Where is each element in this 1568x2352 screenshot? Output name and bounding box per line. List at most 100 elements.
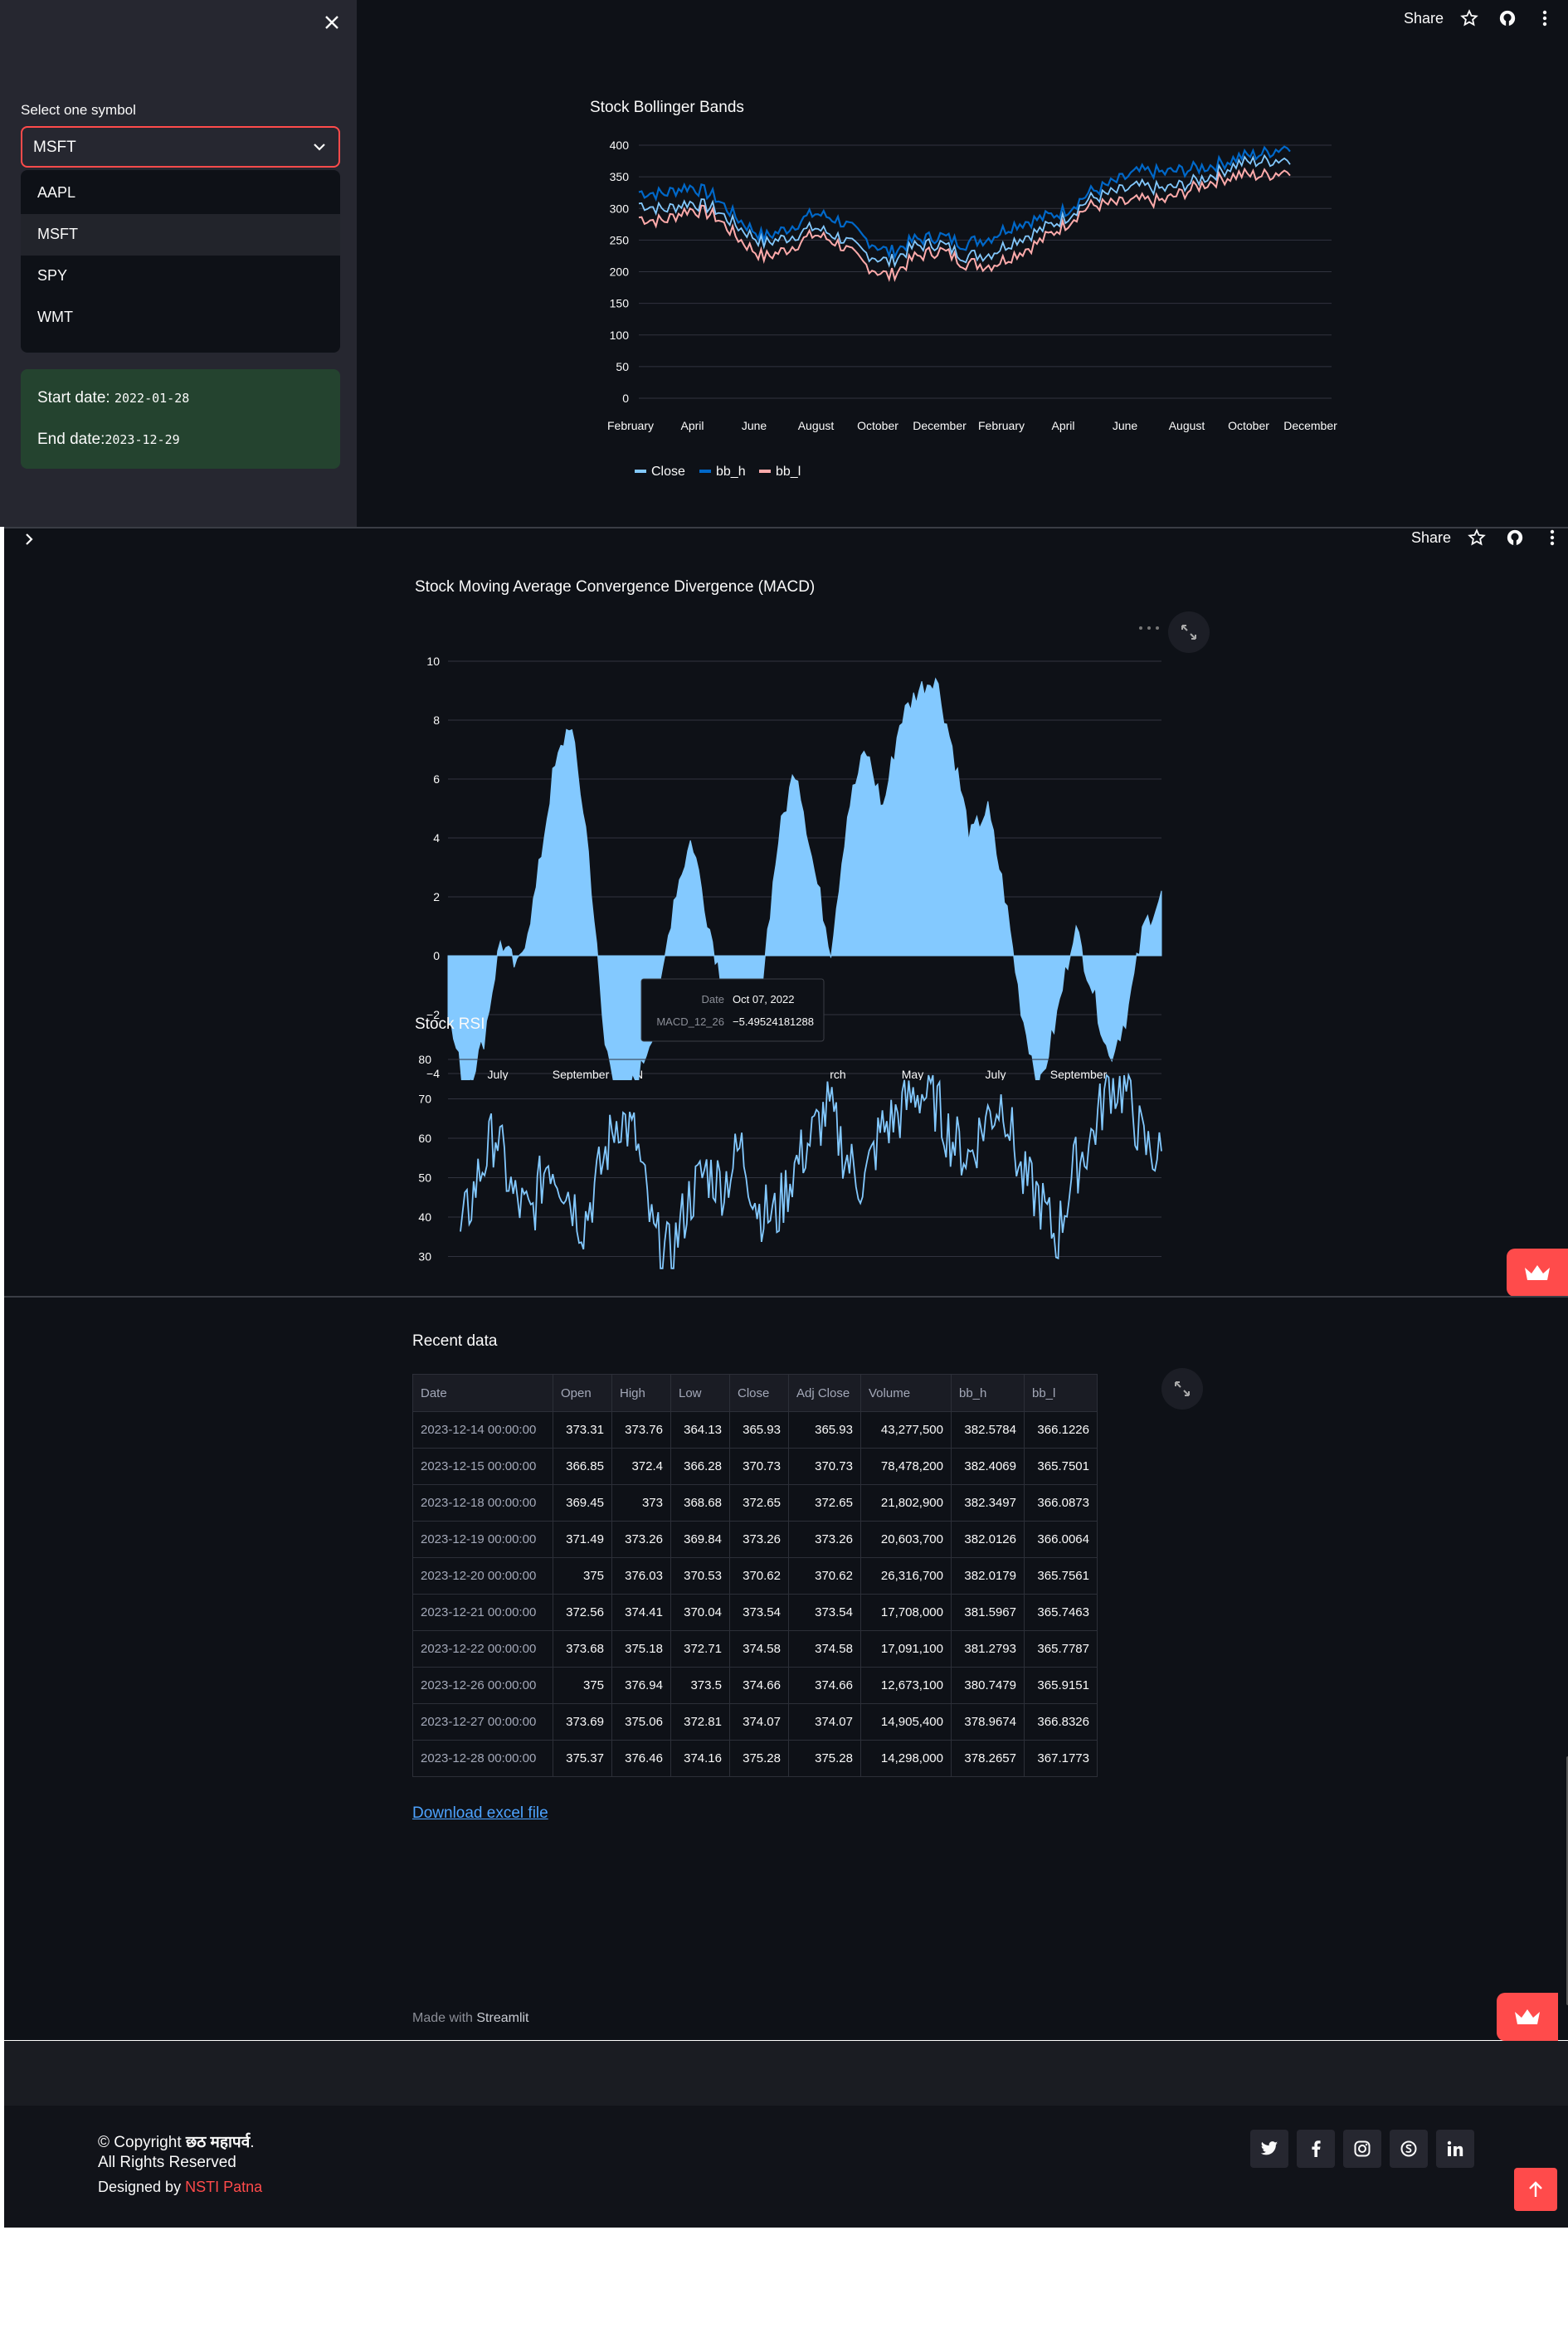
column-header[interactable]: Adj Close [788, 1374, 861, 1412]
tooltip-series-label: MACD_12_26 [656, 1015, 724, 1028]
table-cell: 373.26 [788, 1521, 861, 1558]
table-row[interactable]: 2023-12-14 00:00:00 373.31 373.76 364.13 365… [412, 1411, 1098, 1449]
linkedin-button[interactable] [1436, 2130, 1474, 2168]
download-excel-link[interactable]: Download excel file [412, 1804, 548, 1823]
star-icon[interactable] [1460, 9, 1478, 27]
table-cell: 369.84 [670, 1521, 730, 1558]
streamlit-link[interactable]: Streamlit [476, 2011, 528, 2025]
symbol-select[interactable]: MSFT [21, 126, 340, 168]
github-icon[interactable] [1498, 9, 1517, 27]
chevron-down-icon [314, 144, 325, 151]
y-tick-label: 0 [622, 392, 629, 405]
table-cell: 375.28 [729, 1740, 789, 1777]
x-tick-label: December [1283, 419, 1337, 432]
x-tick-label: October [1228, 419, 1269, 432]
table-cell: 371.49 [553, 1521, 612, 1558]
table-cell: 365.7561 [1024, 1557, 1098, 1595]
table-cell: 372.4 [611, 1448, 671, 1485]
table-cell: 373 [611, 1484, 671, 1522]
streamlit-badge[interactable] [1507, 1249, 1568, 1297]
more-vertical-icon[interactable] [1549, 528, 1556, 547]
crown-icon [1515, 2009, 1540, 2024]
column-header[interactable]: Close [729, 1374, 789, 1412]
rsi-chart[interactable]: 80 70 60 50 40 30 20 [415, 1051, 1178, 1292]
data-table-wrapper[interactable]: Date Open High Low Close Adj Close Volume bb_h b… [412, 1374, 1098, 1777]
close-sidebar-button[interactable] [319, 10, 344, 35]
table-row[interactable]: 2023-12-19 00:00:00 371.49 373.26 369.84 373… [412, 1521, 1098, 1558]
close-icon [325, 16, 338, 29]
facebook-button[interactable] [1297, 2130, 1335, 2168]
y-tick-label: 6 [433, 772, 440, 786]
x-tick-label: August [1169, 419, 1205, 432]
macd-chart[interactable]: 1086420−2−4JulySeptemberNrchMayJulySepte… [415, 632, 1178, 1080]
column-header[interactable]: Date [412, 1374, 553, 1412]
designed-brand-link[interactable]: NSTI Patna [185, 2179, 262, 2195]
legend-label: Close [651, 465, 685, 479]
star-icon[interactable] [1468, 528, 1486, 547]
table-cell: 372.56 [553, 1594, 612, 1631]
column-header[interactable]: Open [553, 1374, 612, 1412]
github-icon[interactable] [1506, 528, 1524, 547]
table-fullscreen-button[interactable] [1161, 1368, 1203, 1410]
streamlit-badge-2[interactable] [1497, 1993, 1558, 2041]
table-row[interactable]: 2023-12-27 00:00:00 373.69 375.06 372.81 374… [412, 1703, 1098, 1741]
table-cell: 382.3497 [951, 1484, 1025, 1522]
table-cell: 2023-12-15 00:00:00 [412, 1448, 553, 1485]
more-vertical-icon[interactable] [1541, 9, 1548, 27]
table-row[interactable]: 2023-12-18 00:00:00 369.45 373 368.68 372.65… [412, 1484, 1098, 1522]
y-tick-label: 0 [433, 949, 440, 962]
column-header[interactable]: Volume [860, 1374, 952, 1412]
table-cell: 369.45 [553, 1484, 612, 1522]
table-cell: 373.54 [788, 1594, 861, 1631]
table-cell: 366.8326 [1024, 1703, 1098, 1741]
symbol-dropdown: AAPL MSFT SPY WMT [21, 170, 340, 353]
select-value: MSFT [33, 139, 76, 156]
table-cell: 366.0064 [1024, 1521, 1098, 1558]
option-aapl[interactable]: AAPL [21, 173, 340, 214]
table-cell: 374.07 [729, 1703, 789, 1741]
table-cell: 370.04 [670, 1594, 730, 1631]
y-tick-label: 60 [418, 1132, 431, 1145]
data-table[interactable]: Date Open High Low Close Adj Close Volume bb_h b… [412, 1374, 1098, 1777]
option-spy[interactable]: SPY [21, 256, 340, 297]
table-cell: 370.73 [788, 1448, 861, 1485]
bollinger-chart[interactable]: 400 350 300 250 200 150 100 50 0 February April Jun… [581, 124, 1344, 489]
arrow-up-icon [1529, 2181, 1542, 2197]
y-tick-label: 2 [433, 890, 440, 903]
x-tick-label: February [978, 419, 1025, 432]
table-row[interactable]: 2023-12-22 00:00:00 373.68 375.18 372.71 374… [412, 1630, 1098, 1668]
skype-button[interactable] [1390, 2130, 1428, 2168]
table-row[interactable]: 2023-12-15 00:00:00 366.85 372.4 366.28 370.… [412, 1448, 1098, 1485]
chevron-right-icon[interactable] [23, 533, 35, 546]
table-cell: 380.7479 [951, 1667, 1025, 1704]
x-tick-label: August [798, 419, 835, 432]
option-msft[interactable]: MSFT [21, 214, 340, 256]
more-horizontal-icon[interactable] [1137, 624, 1161, 632]
start-date-value: 2022-01-28 [114, 391, 190, 406]
table-cell: 14,905,400 [860, 1703, 952, 1741]
table-row[interactable]: 2023-12-20 00:00:00 375 376.03 370.53 370.62… [412, 1557, 1098, 1595]
y-tick-label: 400 [610, 139, 630, 152]
column-header[interactable]: High [611, 1374, 671, 1412]
column-header[interactable]: bb_l [1024, 1374, 1098, 1412]
share-button[interactable]: Share [1404, 10, 1444, 27]
column-header[interactable]: Low [670, 1374, 730, 1412]
column-header[interactable]: bb_h [951, 1374, 1025, 1412]
option-wmt[interactable]: WMT [21, 297, 340, 338]
legend-label: bb_h [716, 465, 746, 479]
back-to-top-button[interactable] [1514, 2168, 1557, 2211]
copyright-suffix: . [250, 2134, 255, 2151]
skype-icon [1400, 2140, 1417, 2157]
twitter-button[interactable] [1250, 2130, 1288, 2168]
table-cell: 374.58 [788, 1630, 861, 1668]
table-row[interactable]: 2023-12-28 00:00:00 375.37 376.46 374.16 375… [412, 1740, 1098, 1777]
table-row[interactable]: 2023-12-21 00:00:00 372.56 374.41 370.04 373… [412, 1594, 1098, 1631]
tooltip-series-value: −5.49524181288 [733, 1015, 814, 1028]
end-date: End date:2023-12-29 [37, 431, 180, 449]
rsi-line [460, 1072, 1162, 1269]
designed-prefix: Designed by [98, 2179, 182, 2195]
bollinger-title: Stock Bollinger Bands [590, 99, 744, 116]
instagram-button[interactable] [1343, 2130, 1381, 2168]
share-button-2[interactable]: Share [1411, 529, 1451, 547]
table-row[interactable]: 2023-12-26 00:00:00 375 376.94 373.5 374.66 3… [412, 1667, 1098, 1704]
